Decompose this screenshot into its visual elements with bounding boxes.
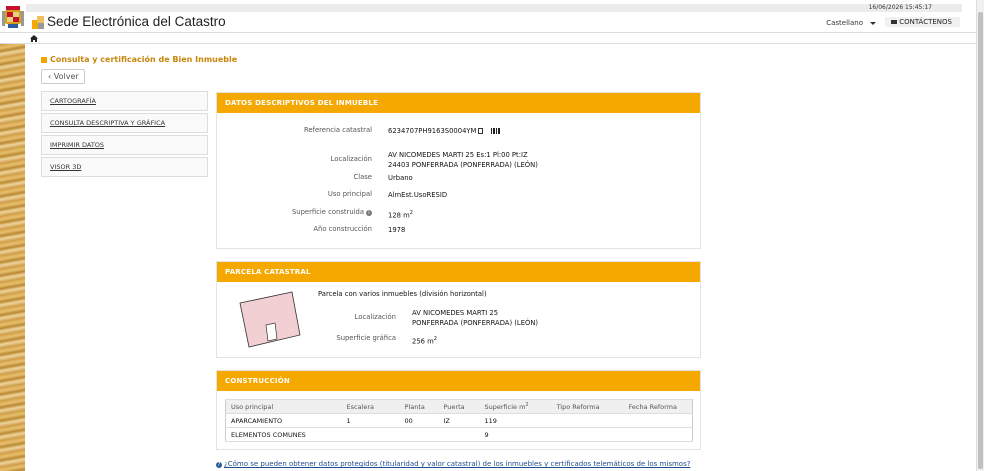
sup-value: 128 m	[388, 211, 410, 220]
page-title-text: Consulta y certificación de Bien Inmuebl…	[50, 55, 238, 64]
loc-value: AV NICOMEDES MARTI 25 Es:1 Pl:00 Pt:IZ 24…	[388, 150, 538, 170]
anio-value: 1978	[388, 226, 406, 234]
parcel-sup-label: Superficie gráfica	[336, 334, 396, 342]
vertical-scrollbar[interactable]	[976, 0, 984, 471]
cell: APARCAMIENTO	[225, 413, 342, 428]
parcela-panel: PARCELA CATASTRAL Parcela con varios inm…	[216, 261, 701, 358]
page-title: Consulta y certificación de Bien Inmuebl…	[41, 55, 237, 64]
side-menu: CARTOGRAFÍA CONSULTA DESCRIPTIVA Y GRÁFI…	[41, 91, 208, 179]
cell	[551, 413, 624, 428]
clase-label: Clase	[353, 173, 372, 181]
datos-descriptivos-panel: DATOS DESCRIPTIVOS DEL INMUEBLE Referenc…	[216, 92, 701, 249]
info-icon[interactable]: i	[366, 210, 372, 216]
site-title[interactable]: Sede Electrónica del Catastro	[47, 14, 226, 29]
clase-value: Urbano	[388, 174, 413, 182]
table-row: APARCAMIENTO 1 00 IZ 119	[225, 413, 693, 428]
faq-link[interactable]: ? ¿Cómo se pueden obtener datos protegido…	[216, 460, 690, 468]
squared-sup: 2	[433, 336, 437, 342]
anio-label: Año construcción	[313, 225, 372, 233]
home-icon[interactable]	[30, 35, 38, 42]
cell: IZ	[438, 413, 480, 428]
col-uso: Uso principal	[225, 399, 342, 414]
cell: 119	[479, 413, 552, 428]
ref-label: Referencia catastral	[303, 126, 372, 134]
parcel-loc-label: Localización	[354, 313, 396, 321]
question-icon: ?	[216, 462, 222, 468]
cell: 9	[479, 427, 552, 442]
panel-heading: CONSTRUCCIÓN	[217, 371, 700, 391]
cell	[341, 427, 400, 442]
faq-text: ¿Cómo se pueden obtener datos protegidos…	[224, 460, 691, 468]
parcel-loc-value: AV NICOMEDES MARTI 25 PONFERRADA (PONFERR…	[412, 308, 538, 328]
cell	[623, 427, 693, 442]
contact-label: CONTÁCTENOS	[899, 18, 952, 26]
ref-value: 6234707PH9163S0004YM	[388, 127, 477, 135]
contact-button[interactable]: CONTÁCTENOS	[885, 17, 960, 27]
parcel-sup-value: 256 m	[412, 337, 434, 346]
parcel-sup-wrap: 256 m2	[412, 334, 437, 346]
col-escalera: Escalera	[341, 399, 400, 414]
loc-label: Localización	[330, 155, 372, 163]
ref-value-wrap: 6234707PH9163S0004YM	[388, 126, 501, 136]
sup-value-wrap: 128 m2	[388, 208, 413, 220]
nav-bar	[0, 32, 976, 44]
date-bar: 16/06/2026 15:45:17	[26, 4, 962, 12]
col-superficie: Superficie m2	[479, 399, 552, 414]
parcel-loc-line1: AV NICOMEDES MARTI 25	[412, 309, 499, 317]
chevron-left-icon: ‹	[48, 72, 52, 81]
cell	[551, 427, 624, 442]
sidebar-item-imprimir[interactable]: IMPRIMIR DATOS	[41, 135, 208, 155]
parcel-description: Parcela con varios inmuebles (división h…	[318, 290, 487, 298]
col-tipo-reforma: Tipo Reforma	[551, 399, 624, 414]
header: Sede Electrónica del Catastro Castellano…	[0, 6, 976, 32]
back-label: Volver	[53, 72, 79, 81]
decorative-photo-strip	[0, 32, 25, 471]
table-header-row: Uso principal Escalera Planta Puerta Sup…	[225, 399, 693, 414]
cell	[623, 413, 693, 428]
construccion-panel: CONSTRUCCIÓN Uso principal Escalera Plan…	[216, 370, 701, 450]
envelope-icon	[891, 20, 898, 24]
uso-value: AlmEst.UsoRESID	[388, 191, 448, 199]
panel-heading: DATOS DESCRIPTIVOS DEL INMUEBLE	[217, 93, 700, 113]
cell	[399, 427, 439, 442]
sidebar-item-visor-3d[interactable]: VISOR 3D	[41, 157, 208, 177]
uso-label: Uso principal	[327, 190, 372, 198]
parcel-map-thumbnail[interactable]	[237, 289, 307, 351]
col-fecha-reforma: Fecha Reforma	[623, 399, 693, 414]
squared-sup: 2	[409, 210, 413, 216]
sidebar-item-cartografia[interactable]: CARTOGRAFÍA	[41, 91, 208, 111]
panel-heading: PARCELA CATASTRAL	[217, 262, 700, 282]
cell	[438, 427, 480, 442]
parcel-loc-line2: PONFERRADA (PONFERRADA) (LEÓN)	[412, 319, 539, 327]
copy-icon[interactable]	[478, 128, 484, 134]
barcode-icon[interactable]	[491, 128, 501, 134]
cell: ELEMENTOS COMUNES	[225, 427, 342, 442]
sup-label-wrap: Superficie construida i	[292, 208, 372, 216]
square-bullet-icon	[41, 57, 47, 63]
col-puerta: Puerta	[438, 399, 480, 414]
table-row: ELEMENTOS COMUNES 9	[225, 427, 693, 442]
catastro-logo-icon	[32, 16, 44, 29]
scrollbar-thumb[interactable]	[978, 12, 983, 469]
col-planta: Planta	[399, 399, 439, 414]
loc-line1: AV NICOMEDES MARTI 25 Es:1 Pl:00 Pt:IZ	[388, 151, 528, 159]
cell: 00	[399, 413, 439, 428]
language-selector[interactable]: Castellano	[826, 19, 876, 27]
cell: 1	[341, 413, 400, 428]
sup-label: Superficie construida	[291, 208, 364, 216]
back-button[interactable]: ‹ Volver	[41, 69, 85, 84]
datetime: 16/06/2026 15:45:17	[868, 4, 932, 11]
spain-coat-of-arms-icon[interactable]	[2, 6, 24, 30]
construccion-table: Uso principal Escalera Planta Puerta Sup…	[225, 399, 693, 442]
language-label: Castellano	[826, 19, 863, 27]
chevron-down-icon	[870, 21, 876, 25]
loc-line2: 24403 PONFERRADA (PONFERRADA) (LEÓN)	[388, 161, 538, 169]
sidebar-item-consulta[interactable]: CONSULTA DESCRIPTIVA Y GRÁFICA	[41, 113, 208, 133]
